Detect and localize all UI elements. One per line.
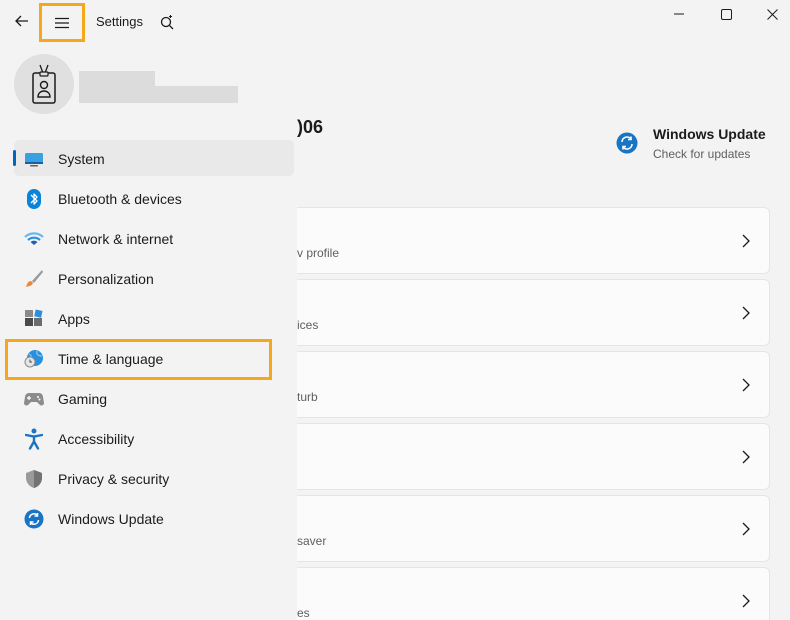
search-button[interactable] bbox=[154, 9, 180, 35]
gamepad-icon bbox=[24, 389, 44, 409]
chevron-right-icon bbox=[742, 378, 750, 392]
chevron-right-icon bbox=[742, 522, 750, 536]
id-badge-icon bbox=[32, 64, 56, 104]
sidebar-item-windows-update[interactable]: Windows Update bbox=[14, 500, 294, 536]
sidebar-item-label: Windows Update bbox=[58, 511, 164, 527]
maximize-button[interactable] bbox=[703, 0, 749, 28]
sidebar-item-privacy-security[interactable]: Privacy & security bbox=[14, 460, 294, 496]
sidebar-item-label: Accessibility bbox=[58, 431, 135, 447]
device-name: )06 bbox=[297, 117, 324, 137]
chevron-right-icon bbox=[742, 594, 750, 608]
monitor-icon bbox=[24, 149, 44, 169]
shield-icon bbox=[24, 469, 44, 489]
windows-update-icon[interactable] bbox=[616, 132, 638, 154]
redacted-user-email bbox=[79, 86, 238, 103]
app-title: Settings bbox=[96, 14, 143, 29]
navigation-menu-button[interactable] bbox=[39, 3, 85, 42]
card-description: ices bbox=[297, 318, 319, 332]
card-description: turb bbox=[297, 390, 318, 404]
hamburger-icon bbox=[55, 17, 69, 28]
accessibility-icon bbox=[24, 428, 44, 450]
maximize-icon bbox=[720, 8, 732, 20]
settings-card[interactable]: turb bbox=[297, 351, 770, 418]
settings-card[interactable] bbox=[297, 423, 770, 490]
minimize-button[interactable] bbox=[656, 0, 702, 28]
bluetooth-icon bbox=[24, 189, 44, 209]
brush-icon bbox=[24, 269, 44, 289]
sidebar-item-label: Bluetooth & devices bbox=[58, 191, 182, 207]
settings-card[interactable]: ices bbox=[297, 279, 770, 346]
sidebar-item-label: Gaming bbox=[58, 391, 108, 407]
sidebar-item-label: Time & language bbox=[58, 351, 164, 367]
back-arrow-icon bbox=[15, 15, 28, 27]
windows-update-status: Check for updates bbox=[653, 147, 751, 161]
card-description: es bbox=[297, 606, 310, 620]
sidebar-item-gaming[interactable]: Gaming bbox=[14, 380, 294, 416]
update-icon bbox=[24, 509, 44, 529]
chevron-right-icon bbox=[742, 234, 750, 248]
sidebar-item-label: Privacy & security bbox=[58, 471, 170, 487]
sidebar-item-network-internet[interactable]: Network & internet bbox=[14, 220, 294, 256]
user-avatar[interactable] bbox=[14, 54, 74, 114]
sidebar-item-system[interactable]: System bbox=[13, 140, 294, 176]
wifi-icon bbox=[24, 229, 44, 249]
settings-card[interactable]: v profile bbox=[297, 207, 770, 274]
search-sparkle-icon bbox=[160, 15, 174, 30]
back-button[interactable] bbox=[8, 7, 36, 35]
globe-clock-icon bbox=[24, 349, 44, 369]
sidebar-item-label: Network & internet bbox=[58, 231, 174, 247]
sidebar-item-apps[interactable]: Apps bbox=[14, 300, 294, 336]
close-button[interactable] bbox=[749, 0, 790, 28]
sidebar-item-time-language[interactable]: Time & language bbox=[14, 340, 294, 376]
sidebar-item-personalization[interactable]: Personalization bbox=[14, 260, 294, 296]
title-bar: Settings bbox=[0, 0, 790, 44]
windows-update-title[interactable]: Windows Update bbox=[653, 126, 766, 142]
card-description: v profile bbox=[297, 246, 340, 260]
settings-card[interactable]: saver bbox=[297, 495, 770, 562]
settings-card[interactable]: es bbox=[297, 567, 770, 620]
card-description: saver bbox=[297, 534, 327, 548]
apps-icon bbox=[24, 309, 44, 329]
sidebar-item-label: Personalization bbox=[58, 271, 154, 287]
chevron-right-icon bbox=[742, 450, 750, 464]
chevron-right-icon bbox=[742, 306, 750, 320]
close-icon bbox=[766, 8, 778, 20]
sidebar-item-label: System bbox=[58, 151, 105, 167]
sidebar-item-accessibility[interactable]: Accessibility bbox=[14, 420, 294, 456]
sidebar-item-bluetooth-devices[interactable]: Bluetooth & devices bbox=[14, 180, 294, 216]
minimize-icon bbox=[674, 13, 684, 15]
sidebar-item-label: Apps bbox=[58, 311, 90, 327]
